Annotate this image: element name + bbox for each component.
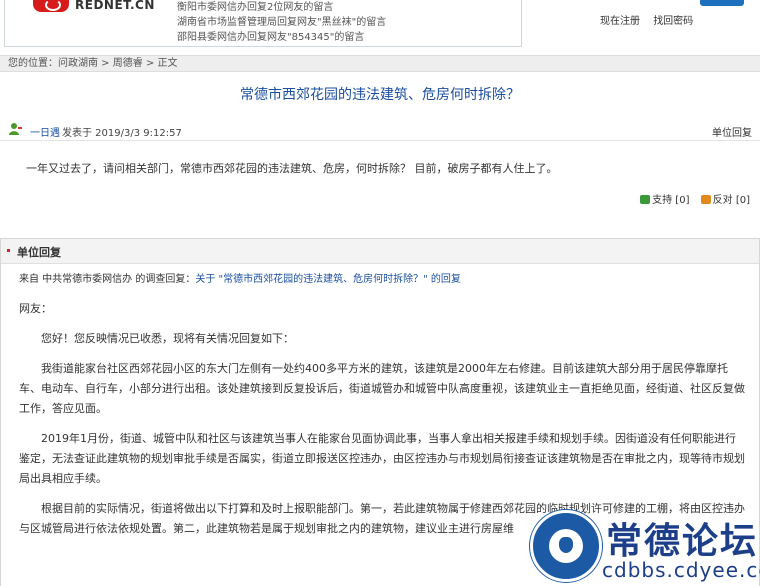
site-header: REDNET.CN 衡阳市委网信办回复2位网友的留言 湖南省市场监督管理局回复网… — [0, 0, 760, 50]
reply-paragraph: 您好！您反映情况已收悉，现将有关情况回复如下： — [41, 332, 294, 345]
page-title: 常德市西郊花园的违法建筑、危房何时拆除？ — [240, 87, 520, 103]
breadcrumb-text[interactable]: 您的位置：问政湖南 > 周德睿 > 正文 — [0, 58, 177, 69]
oppose-label: 反对 [0] — [712, 195, 750, 206]
vote-bar: 支持 [0] 反对 [0] — [632, 191, 750, 206]
thumbs-down-icon — [700, 195, 711, 204]
watermark-name: 常德论坛 — [606, 520, 759, 562]
watermark-url: cdbbs.cdyee.com — [602, 558, 760, 582]
news-item[interactable]: 邵阳县委网信办回复网友"854345"的留言 — [177, 30, 386, 45]
reply-greeting: 网友： — [19, 302, 52, 315]
reply-paragraph: 2019年1月份，街道、城管中队和社区与该建筑当事人在能家台见面协调此事，当事人… — [19, 432, 745, 485]
reply-paragraph: 我街道能家台社区西郊花园小区的东大门左侧有一处约400多平方米的建筑，该建筑是2… — [19, 362, 745, 415]
register-link[interactable]: 现在注册 — [600, 16, 640, 27]
reply-panel-header: 单位回复 — [1, 239, 759, 264]
reply-body: 网友： 您好！您反映情况已收悉，现将有关情况回复如下： 我街道能家台社区西郊花园… — [19, 299, 745, 539]
news-item[interactable]: 衡阳市委网信办回复2位网友的留言 — [177, 0, 386, 15]
reply-source: 来自 中共常德市委网信办 的调查回复：关于 "常德市西郊花园的违法建筑、危房何时… — [19, 270, 461, 285]
reply-section-title: 单位回复 — [17, 246, 61, 259]
support-button[interactable]: 支持 [0] — [640, 195, 689, 206]
reply-title-link[interactable]: 关于 "常德市西郊花园的违法建筑、危房何时拆除？" 的回复 — [195, 274, 461, 285]
post-time: 发表于 2019/3/3 9:12:57 — [62, 128, 182, 139]
breadcrumb: 您的位置：问政湖南 > 周德睿 > 正文 — [0, 55, 760, 72]
user-icon — [9, 123, 22, 135]
forum-watermark: 常德论坛 cdbbs.cdyee.com — [526, 508, 760, 585]
recover-password-link[interactable]: 找回密码 — [653, 16, 693, 27]
section-marker-icon — [7, 249, 10, 252]
unit-reply-link[interactable]: 单位回复 — [712, 124, 752, 139]
news-item[interactable]: 湖南省市场监督管理局回复网友"黑丝袜"的留言 — [177, 15, 386, 30]
header-news-box: REDNET.CN 衡阳市委网信办回复2位网友的留言 湖南省市场监督管理局回复网… — [4, 0, 522, 47]
oppose-button[interactable]: 反对 [0] — [700, 195, 750, 206]
forum-seal-icon — [530, 510, 602, 582]
author-link[interactable]: 一日遇 — [30, 124, 60, 139]
login-button[interactable] — [700, 0, 744, 6]
news-list: 衡阳市委网信办回复2位网友的留言 湖南省市场监督管理局回复网友"黑丝袜"的留言 … — [177, 0, 386, 45]
reply-source-prefix: 来自 中共常德市委网信办 的调查回复： — [19, 274, 196, 285]
rednet-logo-icon[interactable] — [33, 0, 69, 12]
site-logo-text[interactable]: REDNET.CN — [75, 0, 155, 12]
post-content: 一年又过去了，请问相关部门，常德市西郊花园的违法建筑、危房，何时拆除？ 目前，破… — [26, 162, 558, 175]
support-label: 支持 [0] — [652, 195, 690, 206]
post-meta-bar: 一日遇 发表于 2019/3/3 9:12:57 单位回复 — [0, 120, 760, 141]
account-links: 现在注册 找回密码 — [600, 12, 703, 27]
thumbs-up-icon — [640, 195, 651, 204]
